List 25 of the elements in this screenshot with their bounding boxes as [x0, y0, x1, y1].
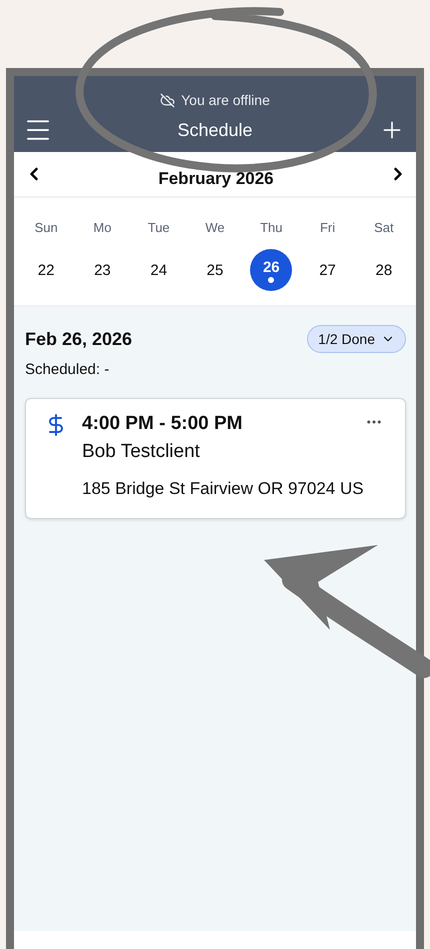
calendar-day[interactable]: 24 [138, 249, 180, 291]
calendar-day[interactable]: 25 [194, 249, 236, 291]
offline-notice: You are offline [181, 92, 270, 108]
weekday-label: Fri [320, 220, 336, 235]
scheduled-label: Scheduled: - [25, 361, 110, 378]
calendar-day[interactable]: 26 [250, 249, 292, 291]
calendar-day[interactable]: 27 [306, 249, 349, 291]
calendar-day[interactable]: 23 [81, 249, 124, 291]
weekday-label: Sat [374, 220, 394, 235]
appointment-card[interactable]: 4:00 PM - 5:00 PM Bob Testclient 185 Bridge St Fairview OR 97024 US [25, 398, 406, 519]
cloud-off-icon [160, 93, 176, 108]
weekday-label: Mo [93, 220, 112, 235]
client-name: Bob Testclient [82, 441, 201, 463]
calendar-day[interactable]: 28 [362, 249, 405, 291]
calendar-day[interactable]: 22 [25, 249, 68, 291]
weekday-label: We [205, 220, 225, 235]
client-address: 185 Bridge St Fairview OR 97024 US [82, 478, 365, 500]
appointment-time: 4:00 PM - 5:00 PM [82, 413, 244, 436]
progress-dropdown[interactable]: 1/2 Done [307, 325, 406, 353]
day-heading: Feb 26, 2026 [25, 328, 132, 350]
weekday-label: Thu [260, 220, 282, 235]
month-title: February 2026 [158, 169, 274, 189]
screen-title: Schedule [177, 120, 253, 140]
weekday-label: Tue [148, 220, 170, 235]
weekday-label: Sun [34, 220, 58, 235]
